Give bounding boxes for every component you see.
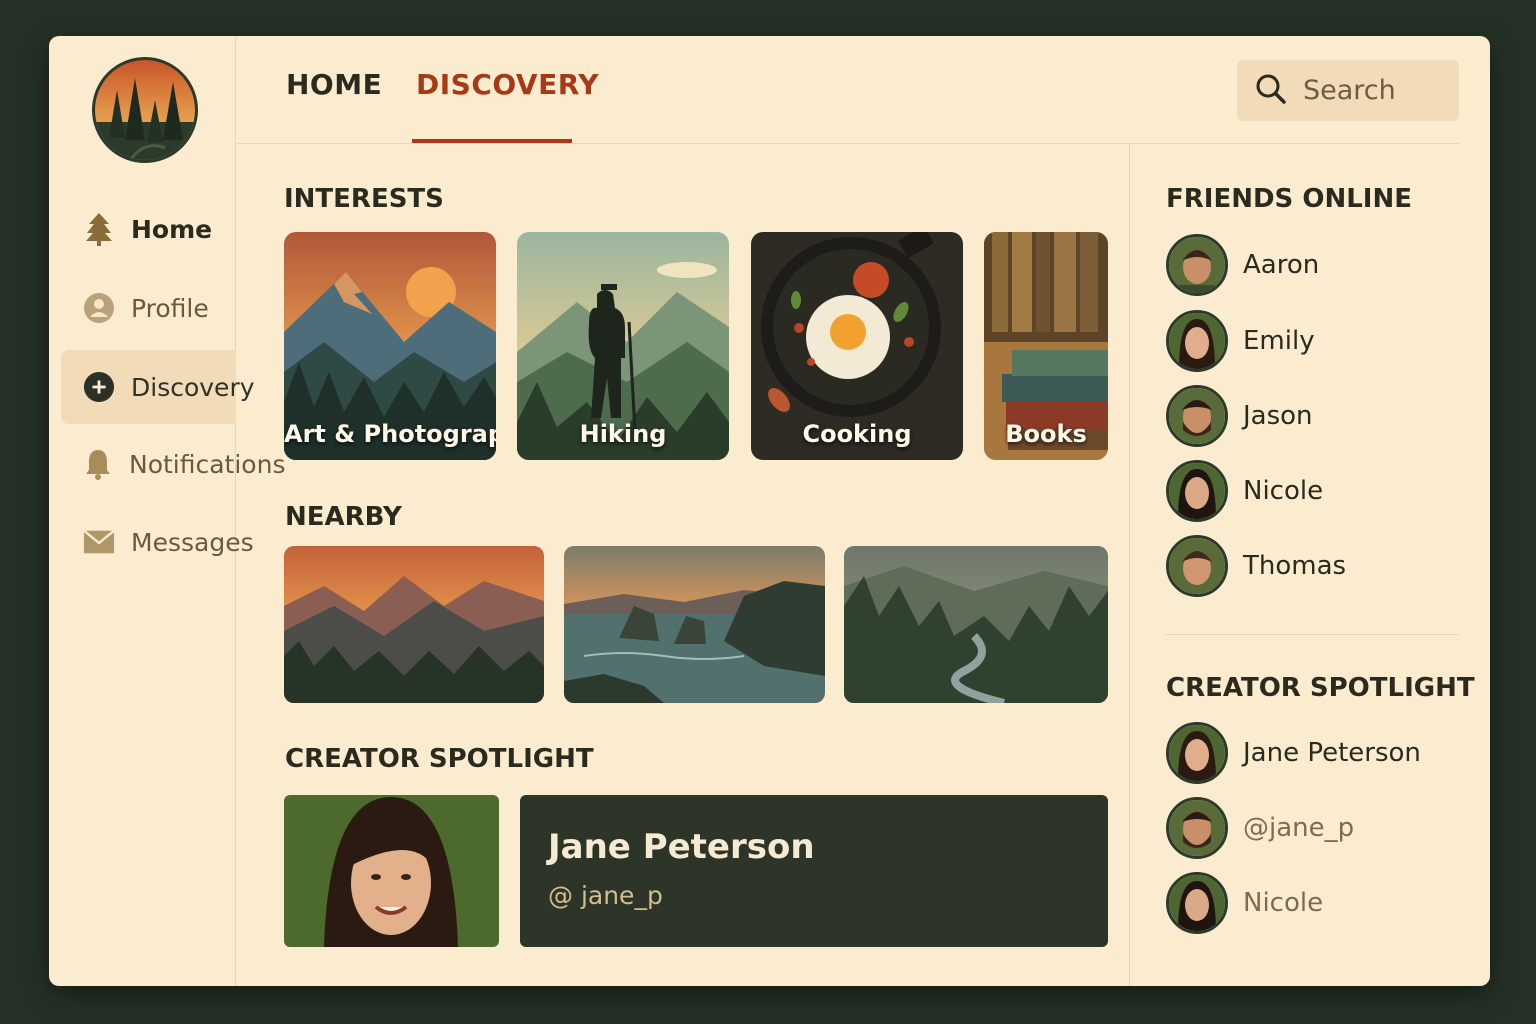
spotlight-handle: @jane_p — [1243, 813, 1355, 843]
sidebar-item-discovery[interactable]: Discovery — [61, 350, 255, 424]
avatar — [1166, 310, 1228, 372]
friend-item[interactable]: Emily — [1166, 310, 1315, 372]
spotlight-item[interactable]: Jane Peterson — [1166, 722, 1421, 784]
creator-spotlight-side-title: CREATOR SPOTLIGHT — [1166, 673, 1475, 703]
friend-item[interactable]: Nicole — [1166, 460, 1323, 522]
friend-item[interactable]: Jason — [1166, 385, 1313, 447]
spotlight-item[interactable]: @jane_p — [1166, 797, 1354, 859]
sidebar-item-label: Discovery — [131, 372, 255, 402]
creator-spotlight-card[interactable]: Jane Peterson @ jane_p — [520, 795, 1108, 947]
app-logo[interactable] — [92, 57, 198, 163]
interest-label: Cooking — [802, 420, 912, 448]
app-window: Home Profile Discovery Notifications Mes — [49, 36, 1490, 986]
friend-name: Thomas — [1243, 551, 1347, 581]
search-icon — [1255, 73, 1287, 109]
interest-card-cooking[interactable]: Cooking — [751, 232, 963, 460]
sidebar-item-profile[interactable]: Profile — [61, 271, 236, 345]
interest-card-books[interactable]: Books — [984, 232, 1108, 460]
interests-title: INTERESTS — [284, 184, 444, 214]
tree-icon — [83, 213, 115, 246]
search-placeholder: Search — [1303, 75, 1396, 106]
user-icon — [83, 292, 115, 324]
tab-home[interactable]: HOME — [286, 68, 382, 101]
friends-online-title: FRIENDS ONLINE — [1166, 184, 1412, 214]
divider — [1129, 144, 1130, 986]
nearby-card-coast[interactable] — [564, 546, 825, 703]
avatar — [1166, 385, 1228, 447]
interest-card-hiking[interactable]: Hiking — [517, 232, 729, 460]
interest-label: Hiking — [579, 420, 667, 448]
avatar — [1166, 797, 1228, 859]
friend-name: Emily — [1243, 326, 1315, 356]
nearby-card-mountains[interactable] — [284, 546, 544, 703]
avatar — [1166, 722, 1228, 784]
avatar — [1166, 872, 1228, 934]
spotlight-item[interactable]: Nicole — [1166, 872, 1323, 934]
avatar — [1166, 460, 1228, 522]
creator-name: Jane Peterson — [548, 827, 815, 867]
friend-name: Jason — [1243, 401, 1313, 431]
interest-label: Art & Photography — [284, 420, 496, 448]
avatar — [1166, 535, 1228, 597]
creator-portrait-image — [284, 795, 499, 947]
sidebar-item-home[interactable]: Home — [61, 192, 236, 266]
nearby-card-river[interactable] — [844, 546, 1108, 703]
friend-name: Nicole — [1243, 476, 1324, 506]
friend-item[interactable]: Thomas — [1166, 535, 1346, 597]
sidebar-item-notifications[interactable]: Notifications — [61, 427, 285, 501]
interest-card-art-photography[interactable]: Art & Photography — [284, 232, 496, 460]
sidebar-item-label: Notifications — [129, 449, 286, 479]
mountain-range-image — [284, 546, 544, 703]
creator-handle: @ jane_p — [548, 881, 663, 910]
sidebar-item-label: Messages — [131, 527, 254, 557]
nearby-title: NEARBY — [285, 502, 402, 532]
sidebar: Home Profile Discovery Notifications Mes — [49, 36, 285, 986]
spotlight-name: Jane Peterson — [1243, 738, 1421, 768]
divider — [1166, 634, 1459, 635]
coastal-rocks-image — [564, 546, 825, 703]
sidebar-item-label: Profile — [131, 293, 209, 323]
friend-item[interactable]: Aaron — [1166, 234, 1319, 296]
divider — [237, 143, 1459, 144]
creator-photo[interactable] — [284, 795, 499, 947]
spotlight-name: Nicole — [1243, 888, 1324, 918]
interest-label: Books — [1005, 420, 1087, 448]
avatar — [1166, 234, 1228, 296]
friend-name: Aaron — [1243, 250, 1320, 280]
forest-river-image — [844, 546, 1108, 703]
tab-discovery[interactable]: DISCOVERY — [416, 68, 599, 101]
search-input[interactable]: Search — [1237, 60, 1459, 121]
creator-spotlight-title: CREATOR SPOTLIGHT — [285, 744, 594, 774]
sidebar-item-messages[interactable]: Messages — [61, 505, 254, 579]
bell-icon — [83, 448, 113, 480]
envelope-icon — [83, 526, 115, 558]
plus-circle-icon — [83, 371, 115, 403]
sidebar-item-label: Home — [131, 214, 213, 244]
